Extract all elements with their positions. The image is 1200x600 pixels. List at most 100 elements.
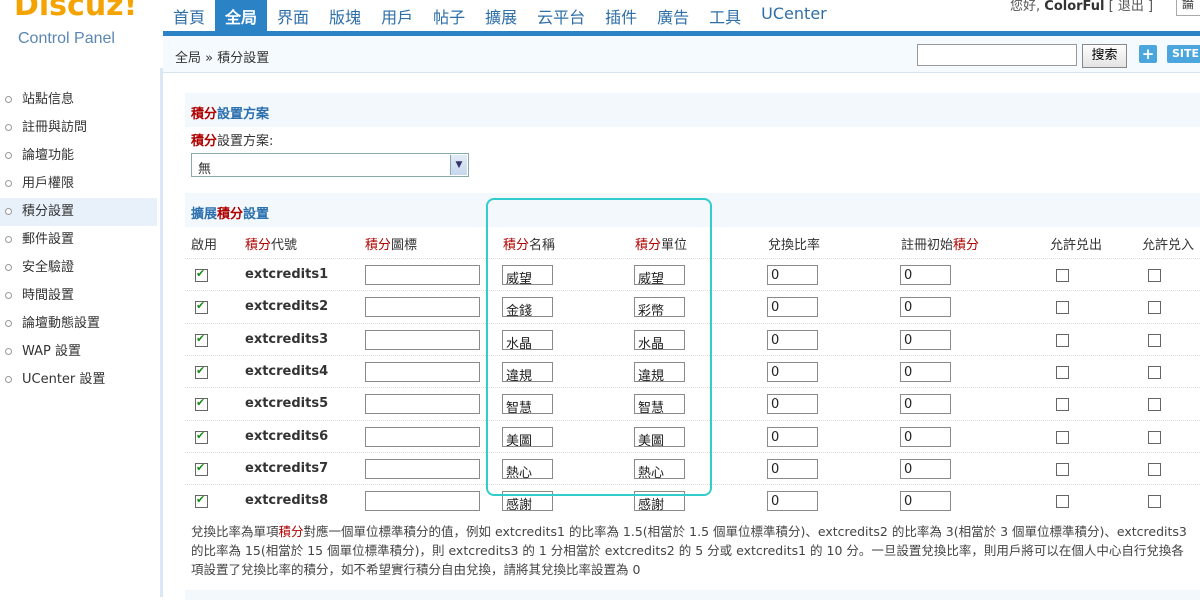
user-info: 您好, ColorFul [ 退出 ] [1010,0,1153,14]
sidebar-item[interactable]: WAP 設置 [0,338,157,366]
ratio-input[interactable]: 0 [767,265,818,285]
allow-in-checkbox[interactable] [1148,462,1161,476]
allow-in-checkbox[interactable] [1148,301,1161,315]
nav-tab[interactable]: 廣告 [647,0,699,32]
col-enable: 啟用 [191,238,218,253]
icon-input[interactable] [365,329,480,350]
sidebar-item-label: WAP 設置 [22,344,82,359]
sidebar-item[interactable]: 郵件設置 [0,226,157,254]
allow-in-checkbox[interactable] [1148,269,1161,282]
allow-in-checkbox[interactable] [1148,333,1161,347]
allow-in-checkbox[interactable] [1148,365,1161,379]
init-input[interactable]: 0 [900,297,951,318]
icon-input[interactable] [365,491,480,512]
enable-checkbox[interactable] [195,493,208,509]
nav-tab[interactable]: UCenter [751,0,837,32]
allow-in-checkbox[interactable] [1148,430,1161,444]
sidebar-item[interactable]: 論壇動態設置 [0,310,157,338]
nav-tab[interactable]: 云平台 [527,0,595,32]
allow-out-checkbox[interactable] [1056,495,1069,509]
allow-out-checkbox[interactable] [1056,430,1069,444]
sidebar-item[interactable]: 安全驗證 [0,254,157,282]
nav-tab[interactable]: 首頁 [163,0,215,32]
logo[interactable]: Discuz! Control Panel [0,0,160,68]
ratio-input[interactable]: 0 [767,458,818,479]
sidebar-item[interactable]: 用戶權限 [0,170,157,198]
sidebar-item-label: 論壇功能 [22,148,75,163]
logout-link[interactable]: [ 退出 ] [1109,0,1153,14]
enable-checkbox[interactable] [195,461,208,476]
enable-checkbox[interactable] [195,332,208,347]
nav-tab[interactable]: 版塊 [319,0,371,32]
username: ColorFul [1044,0,1105,14]
ratio-input[interactable]: 0 [767,491,818,512]
nav-tab[interactable]: 帖子 [423,0,475,32]
enable-checkbox[interactable] [195,299,208,315]
nav-tab[interactable]: 擴展 [475,0,527,32]
icon-input[interactable] [365,394,480,415]
sidebar-item[interactable]: 積分設置 [0,198,157,226]
init-input[interactable]: 0 [900,426,951,447]
sidebar-item[interactable]: 論壇功能 [0,142,157,170]
breadcrumb-bar: 全局 » 積分設置 搜索 + SITE [163,36,1200,73]
ratio-input[interactable]: 0 [767,297,818,318]
icon-input[interactable] [365,426,480,447]
col-init: 註冊初始積分 [901,238,980,253]
icon-input[interactable] [365,361,480,382]
scheme-label: 積分設置方案: [191,134,274,149]
col-icon: 積分圖標 [365,238,418,253]
init-input[interactable]: 0 [900,491,951,512]
enable-checkbox[interactable] [195,267,208,282]
init-input[interactable]: 0 [900,458,951,479]
scheme-select[interactable]: 無 ▼ [191,153,469,177]
sidebar-item[interactable]: UCenter 設置 [0,366,157,394]
site-map-button[interactable]: SITE [1167,45,1200,63]
enable-checkbox[interactable] [195,396,208,412]
allow-out-checkbox[interactable] [1056,462,1069,476]
init-input[interactable]: 0 [900,329,951,350]
sidebar-item[interactable]: 時間設置 [0,282,157,310]
nav-tab[interactable]: 全局 [215,0,268,32]
allow-out-checkbox[interactable] [1056,398,1069,412]
icon-input[interactable] [365,458,480,479]
sidebar-item-label: 安全驗證 [22,260,75,275]
ratio-input[interactable]: 0 [767,361,818,382]
bullet-icon [5,236,12,243]
icon-input[interactable] [365,265,480,285]
icon-input[interactable] [365,297,480,318]
ratio-input[interactable]: 0 [767,426,818,447]
nav-tab[interactable]: 用戶 [371,0,423,32]
credit-code: extcredits5 [245,396,329,412]
allow-in-checkbox[interactable] [1148,398,1161,412]
allow-out-checkbox[interactable] [1056,333,1069,347]
ratio-input[interactable]: 0 [767,394,818,415]
nav-tab[interactable]: 工具 [699,0,751,32]
sidebar-divider [160,68,163,597]
add-shortcut-button[interactable]: + [1139,45,1157,63]
logo-text: Discuz! [14,0,138,23]
enable-checkbox[interactable] [195,429,208,444]
search-input[interactable] [917,44,1077,66]
scheme-section-header: 積分設置方案 [185,92,1200,127]
init-input[interactable]: 0 [900,265,951,285]
scheme-section-title: 積分設置方案 [191,107,270,122]
nav-tab[interactable]: 界面 [267,0,319,32]
forum-link[interactable]: 論 [1176,0,1200,16]
sidebar-item[interactable]: 站點信息 [0,86,157,114]
allow-out-checkbox[interactable] [1056,269,1069,282]
sidebar-item[interactable]: 註冊與訪問 [0,114,157,142]
init-input[interactable]: 0 [900,361,951,382]
init-input[interactable]: 0 [900,394,951,415]
nav-tab[interactable]: 插件 [595,0,647,32]
chevron-down-icon[interactable]: ▼ [450,155,467,175]
allow-in-checkbox[interactable] [1148,495,1161,509]
scheme-selected-value: 無 [198,162,212,177]
enable-checkbox[interactable] [195,364,208,379]
ratio-input[interactable]: 0 [767,329,818,350]
sidebar-item-label: 註冊與訪問 [22,120,88,135]
allow-out-checkbox[interactable] [1056,365,1069,379]
allow-out-checkbox[interactable] [1056,301,1069,315]
credit-code: extcredits4 [245,363,329,379]
search-button[interactable]: 搜索 [1082,44,1127,68]
bullet-icon [5,376,12,383]
